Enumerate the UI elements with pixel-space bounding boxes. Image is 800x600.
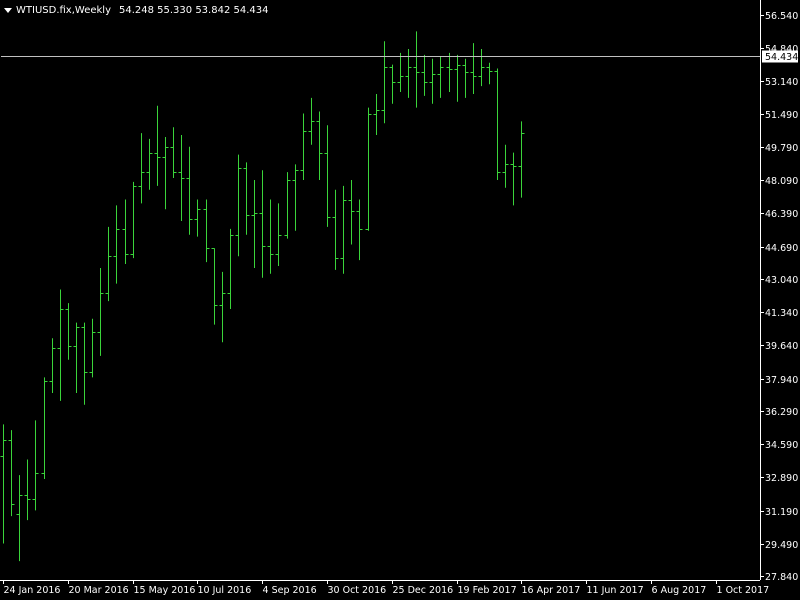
x-tick-label: 4 Sep 2016 <box>263 585 317 596</box>
x-tick-label: 19 Feb 2017 <box>458 585 517 596</box>
current-price-value: 54.434 <box>765 52 798 63</box>
x-tick-label: 15 May 2016 <box>134 585 196 596</box>
dropdown-arrow-icon[interactable] <box>4 7 12 13</box>
x-tick-label: 16 Apr 2017 <box>522 585 581 596</box>
y-tick-label: 49.790 <box>765 143 798 154</box>
y-tick-label: 39.640 <box>765 341 798 352</box>
x-tick-label: 6 Aug 2017 <box>652 585 707 596</box>
y-tick-label: 48.090 <box>765 176 798 187</box>
y-tick-label: 29.490 <box>765 540 798 551</box>
y-tick-label: 53.140 <box>765 77 798 88</box>
x-tick-label: 10 Jul 2016 <box>198 585 252 596</box>
x-tick-label: 24 Jan 2016 <box>4 585 61 596</box>
y-tick-label: 37.940 <box>765 375 798 386</box>
current-price-label: 54.434 <box>762 50 798 63</box>
y-tick-label: 41.340 <box>765 308 798 319</box>
x-tick-label: 1 Oct 2017 <box>717 585 770 596</box>
y-tick-label: 56.540 <box>765 11 798 22</box>
x-tick-label: 11 Jun 2017 <box>587 585 644 596</box>
y-tick-label: 43.040 <box>765 275 798 286</box>
y-tick-label: 27.840 <box>765 572 798 583</box>
y-tick-label: 44.690 <box>765 243 798 254</box>
y-tick-label: 34.590 <box>765 440 798 451</box>
x-tick-label: 25 Dec 2016 <box>393 585 454 596</box>
chart-header: WTIUSD.fix,Weekly 54.248 55.330 53.842 5… <box>4 2 268 18</box>
symbol-title: WTIUSD.fix,Weekly <box>16 4 111 16</box>
y-tick-label: 36.290 <box>765 407 798 418</box>
y-tick-label: 32.890 <box>765 473 798 484</box>
y-tick-label: 51.490 <box>765 110 798 121</box>
ohlc-values: 54.248 55.330 53.842 54.434 <box>118 4 269 16</box>
price-chart: 56.54054.84053.14051.49049.79048.09046.3… <box>0 0 800 600</box>
y-tick-label: 46.390 <box>765 209 798 220</box>
x-tick-label: 30 Oct 2016 <box>328 585 387 596</box>
y-tick-label: 31.190 <box>765 507 798 518</box>
x-tick-label: 20 Mar 2016 <box>69 585 129 596</box>
